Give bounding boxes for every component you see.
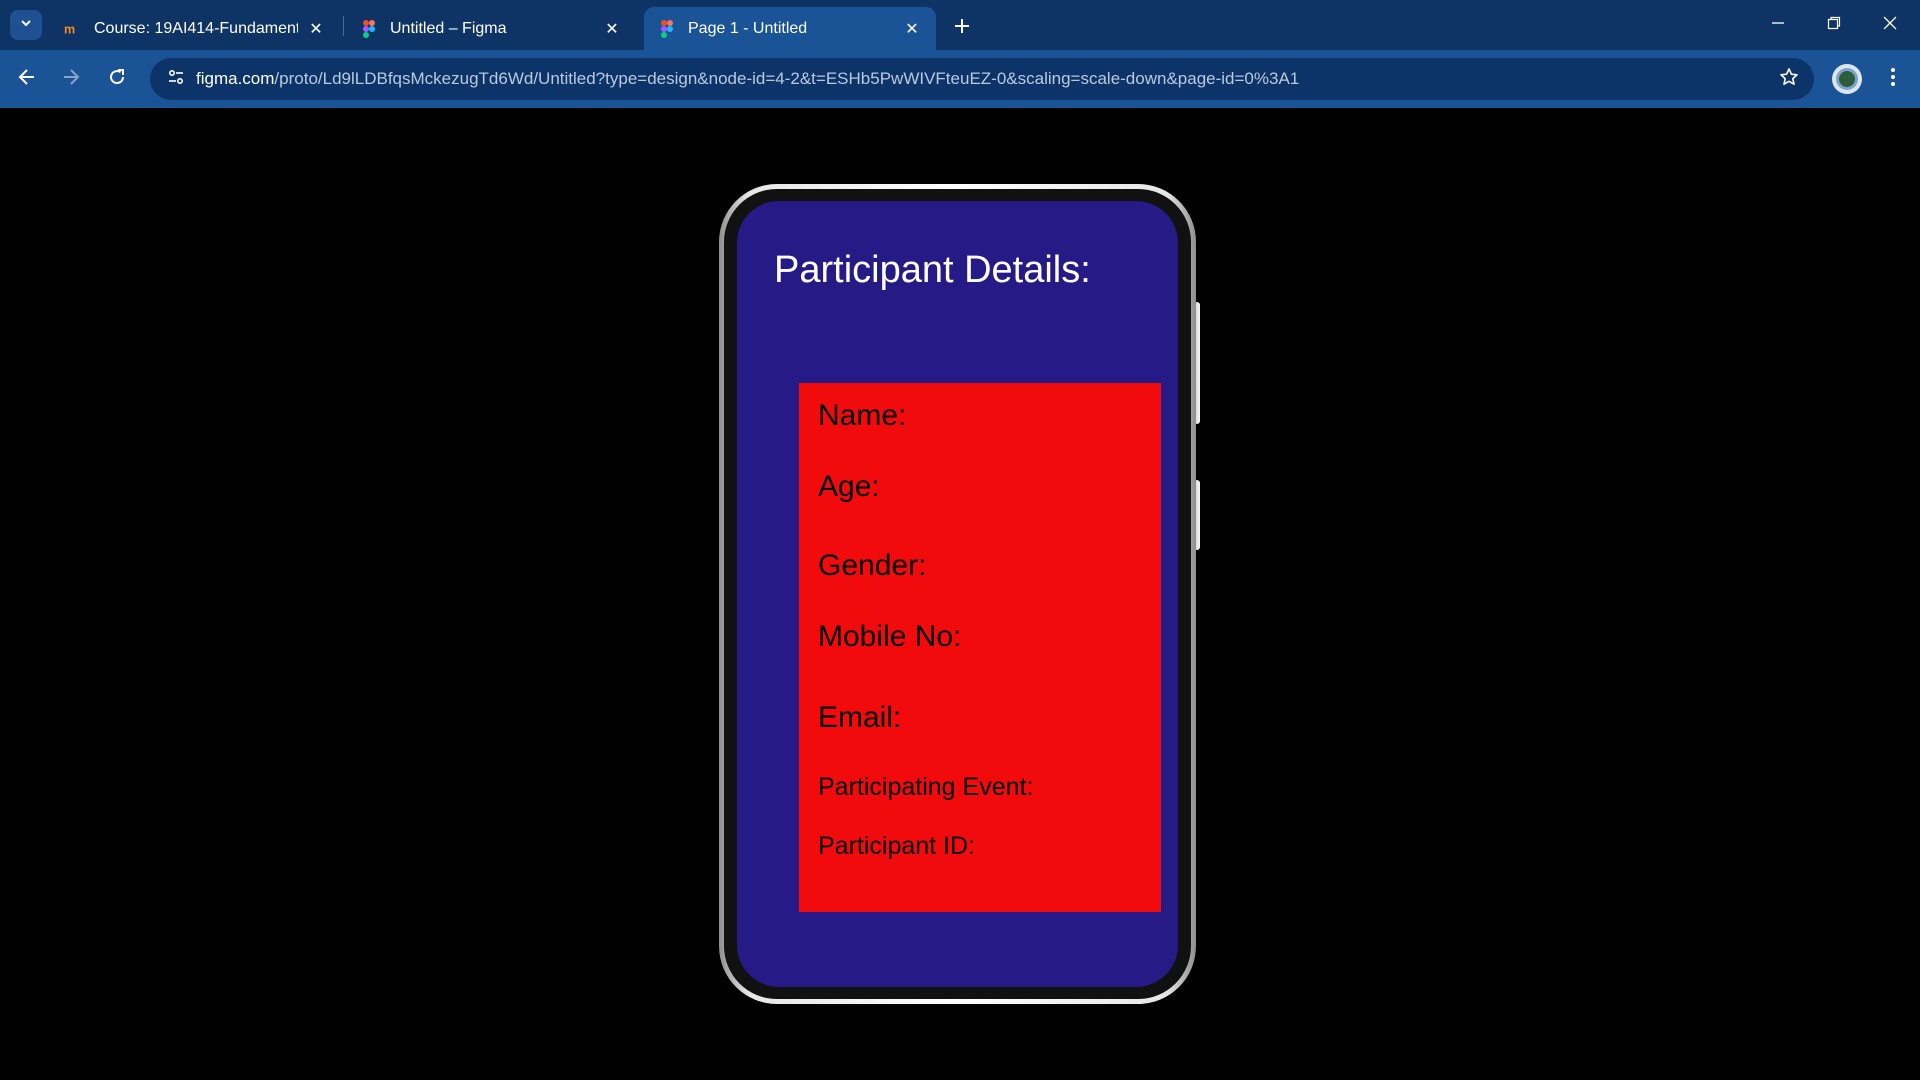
url-domain: figma.com <box>196 69 275 88</box>
field-email-label: Email: <box>818 701 902 734</box>
new-tab-button[interactable] <box>947 10 977 40</box>
field-participant-id-label: Participant ID: <box>818 832 976 860</box>
tab-page-1[interactable]: Page 1 - Untitled ✕ <box>644 7 936 50</box>
details-card: Name: Age: Gender: Mobile No: Email: Par… <box>799 383 1161 912</box>
reload-button[interactable] <box>101 63 133 95</box>
field-mobile-label: Mobile No: <box>818 620 962 653</box>
avatar <box>1836 68 1858 90</box>
close-icon[interactable]: ✕ <box>902 19 922 39</box>
close-icon[interactable]: ✕ <box>602 19 622 39</box>
field-age-label: Age: <box>818 470 880 503</box>
prototype-canvas: Participant Details: Name: Age: Gender: … <box>0 108 1920 1080</box>
svg-text:m: m <box>64 22 75 36</box>
moodle-icon: m <box>64 20 82 38</box>
tab-title: Page 1 - Untitled <box>688 19 808 37</box>
tab-course[interactable]: m Course: 19AI414-Fundamentals ✕ <box>50 7 340 50</box>
phone-frame: Participant Details: Name: Age: Gender: … <box>719 184 1196 1004</box>
reload-icon <box>107 67 127 92</box>
more-vertical-icon <box>1890 67 1896 92</box>
close-icon <box>1883 16 1897 35</box>
tune-icon <box>167 68 185 91</box>
tab-title: Course: 19AI414-Fundamentals <box>94 19 298 37</box>
bookmark-button[interactable] <box>1776 66 1802 92</box>
chevron-down-icon <box>19 16 33 35</box>
close-icon[interactable]: ✕ <box>306 19 326 39</box>
tab-search-button[interactable] <box>10 10 42 40</box>
arrow-right-icon <box>61 67 81 92</box>
tab-title: Untitled – Figma <box>390 19 507 37</box>
field-name-label: Name: <box>818 399 907 432</box>
tab-figma[interactable]: Untitled – Figma ✕ <box>346 7 636 50</box>
url-path: /proto/Ld9lLDBfqsMckezugTd6Wd/Untitled?t… <box>274 69 1300 88</box>
plus-icon <box>954 10 970 41</box>
page-title: Participant Details: <box>774 249 1091 291</box>
figma-icon <box>360 19 378 38</box>
star-icon <box>1779 67 1799 92</box>
site-info-button[interactable] <box>160 63 192 95</box>
browser-menu-button[interactable] <box>1878 64 1908 94</box>
profile-avatar-button[interactable] <box>1832 64 1862 94</box>
minimize-button[interactable] <box>1750 0 1806 50</box>
tab-strip: m Course: 19AI414-Fundamentals ✕ Untitle… <box>0 0 1920 50</box>
field-event-label: Participating Event: <box>818 773 1034 801</box>
tab-separator <box>343 16 344 36</box>
minimize-icon <box>1771 16 1785 35</box>
browser-toolbar: figma.com/proto/Ld9lLDBfqsMckezugTd6Wd/U… <box>0 50 1920 108</box>
arrow-left-icon <box>17 67 37 92</box>
forward-button[interactable] <box>55 63 87 95</box>
restore-icon <box>1827 16 1841 35</box>
figma-icon <box>658 19 676 38</box>
address-bar[interactable]: figma.com/proto/Ld9lLDBfqsMckezugTd6Wd/U… <box>150 58 1814 100</box>
field-gender-label: Gender: <box>818 549 927 582</box>
phone-screen: Participant Details: Name: Age: Gender: … <box>737 201 1178 987</box>
close-window-button[interactable] <box>1862 0 1918 50</box>
back-button[interactable] <box>11 63 43 95</box>
restore-button[interactable] <box>1806 0 1862 50</box>
url-text[interactable]: figma.com/proto/Ld9lLDBfqsMckezugTd6Wd/U… <box>196 69 1299 89</box>
